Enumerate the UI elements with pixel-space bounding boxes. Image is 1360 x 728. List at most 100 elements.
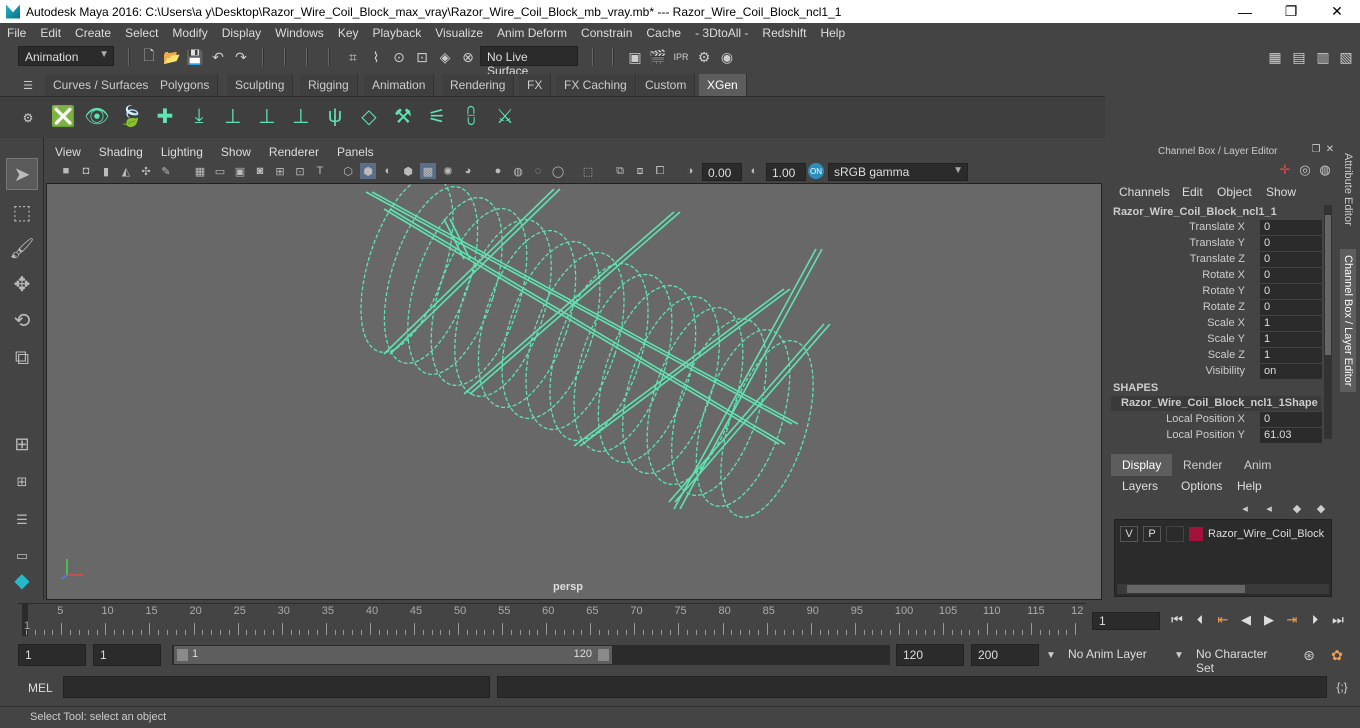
save-scene-icon[interactable]: 💾: [186, 48, 204, 66]
layer-playback-toggle[interactable]: P: [1143, 526, 1161, 542]
default-material-icon[interactable]: ⬢: [400, 163, 416, 179]
paint-select-icon[interactable]: 🖌: [6, 232, 38, 264]
tab-fx-caching[interactable]: FX Caching: [556, 74, 636, 96]
xgen-lock-icon[interactable]: ⊥: [286, 101, 316, 131]
textured-icon[interactable]: ▩: [420, 163, 436, 179]
tab-sculpting[interactable]: Sculpting: [227, 74, 294, 96]
2d-pan-icon[interactable]: ✣: [138, 163, 154, 179]
command-input[interactable]: [63, 676, 490, 698]
select-tool-icon[interactable]: ➤: [6, 158, 38, 190]
channel-value[interactable]: 0: [1260, 412, 1322, 427]
move-tool-icon[interactable]: ✥: [6, 268, 38, 300]
minimize-button[interactable]: —: [1222, 0, 1268, 23]
scrollbar-thumb[interactable]: [1127, 585, 1245, 593]
xgen-add-guide-icon[interactable]: ✚: [150, 101, 180, 131]
channel-row[interactable]: Scale X 1: [1106, 316, 1326, 332]
camera-select-icon[interactable]: ■: [58, 163, 74, 179]
grid-icon[interactable]: ▦: [192, 163, 208, 179]
menu-visualize[interactable]: Visualize: [428, 26, 490, 40]
smooth-shade-icon[interactable]: ⬢: [360, 163, 376, 179]
use-all-lights-icon[interactable]: ✺: [440, 163, 456, 179]
help-menu[interactable]: Help: [1237, 479, 1262, 493]
channel-row[interactable]: Local Position X 0: [1106, 412, 1326, 428]
tab-custom[interactable]: Custom: [637, 74, 696, 96]
menu-display[interactable]: Display: [215, 26, 268, 40]
new-layer-selected-icon[interactable]: ◆: [1288, 499, 1306, 517]
lasso-tool-icon[interactable]: ⬚: [6, 196, 38, 228]
float-panel-icon[interactable]: ❐: [1310, 143, 1322, 155]
xgen-insert-icon[interactable]: ⊥: [218, 101, 248, 131]
close-button[interactable]: ✕: [1314, 0, 1360, 23]
channel-row[interactable]: Translate Y 0: [1106, 236, 1326, 252]
grease-pencil-icon[interactable]: ✎: [158, 163, 174, 179]
panel-menu-panels[interactable]: Panels: [328, 145, 383, 159]
channel-row[interactable]: Rotate Z 0: [1106, 300, 1326, 316]
hyper-icon[interactable]: ◍: [1316, 161, 1334, 179]
menu-edit[interactable]: Edit: [33, 26, 68, 40]
layout-outliner-icon[interactable]: ▤: [1290, 48, 1308, 66]
layer-name[interactable]: Razor_Wire_Coil_Block: [1208, 528, 1324, 540]
layer-up-icon[interactable]: ◂: [1236, 499, 1254, 517]
screen-space-ao-icon[interactable]: ●: [490, 163, 506, 179]
channel-row[interactable]: Local Position Y 61.03: [1106, 428, 1326, 444]
layer-color-swatch[interactable]: [1189, 527, 1203, 541]
color-space-dropdown[interactable]: sRGB gamma ▼: [828, 163, 968, 181]
bookmark-icon[interactable]: ▮: [98, 163, 114, 179]
motion-blur-icon[interactable]: ◍: [510, 163, 526, 179]
channel-value[interactable]: 1: [1260, 332, 1322, 347]
panel-menu-renderer[interactable]: Renderer: [260, 145, 328, 159]
menu-playback[interactable]: Playback: [366, 26, 429, 40]
chevron-down-icon[interactable]: ▼: [1042, 646, 1060, 664]
panel-menu-view[interactable]: View: [46, 145, 90, 159]
tab-anim[interactable]: Anim: [1233, 454, 1282, 476]
gamma-icon[interactable]: ◐: [746, 163, 762, 179]
panel-menu-shading[interactable]: Shading: [90, 145, 152, 159]
range-slider-thumb[interactable]: 1 120: [174, 646, 612, 664]
manipulator-icon[interactable]: ✛: [1276, 161, 1294, 179]
razor-wire-coil-mesh[interactable]: [47, 175, 1103, 601]
scale-tool-icon[interactable]: ⧉: [6, 342, 38, 374]
film-gate-icon[interactable]: ▭: [212, 163, 228, 179]
live-surface-icon[interactable]: ⊗: [459, 48, 477, 66]
snap-point-icon[interactable]: ⊙: [390, 48, 408, 66]
scene-end-field[interactable]: 200: [971, 644, 1039, 666]
channel-value[interactable]: 61.03: [1260, 428, 1322, 443]
go-to-end-icon[interactable]: ⏭: [1329, 610, 1347, 630]
channel-value[interactable]: 0: [1260, 252, 1322, 267]
channel-row[interactable]: Rotate X 0: [1106, 268, 1326, 284]
panel-menu-lighting[interactable]: Lighting: [152, 145, 212, 159]
viewport-persp[interactable]: persp: [46, 175, 1103, 601]
channel-value[interactable]: 1: [1260, 316, 1322, 331]
channels-menu[interactable]: Channels: [1119, 185, 1170, 199]
object-name[interactable]: Razor_Wire_Coil_Block_ncl1_1: [1113, 206, 1277, 218]
gate-mask-icon[interactable]: ◙: [252, 163, 268, 179]
menu-anim-deform[interactable]: Anim Deform: [490, 26, 574, 40]
script-mode-label[interactable]: MEL: [28, 681, 53, 695]
xgen-comb-icon[interactable]: ⚟: [422, 101, 452, 131]
snap-grid-icon[interactable]: ⌗: [344, 48, 362, 66]
tab-channel-box[interactable]: Channel Box / Layer Editor: [1340, 249, 1356, 393]
playback-start-field[interactable]: 1: [93, 644, 161, 666]
current-frame-field[interactable]: 1: [1092, 612, 1160, 630]
channel-row[interactable]: Scale Z 1: [1106, 348, 1326, 364]
ipr-render-icon[interactable]: IPR: [672, 48, 690, 66]
isolate-select-icon[interactable]: ⬚: [580, 163, 596, 179]
xgen-visibility-icon[interactable]: ⊥: [252, 101, 282, 131]
layers-menu[interactable]: Layers: [1122, 479, 1158, 493]
xgen-preview-icon[interactable]: 👁: [82, 101, 112, 131]
menu-file[interactable]: File: [0, 26, 33, 40]
four-view-icon[interactable]: ⊞: [6, 466, 38, 498]
edit-menu[interactable]: Edit: [1182, 185, 1203, 199]
shape-name[interactable]: Razor_Wire_Coil_Block_ncl1_1Shape: [1111, 396, 1321, 411]
xray-joints-icon[interactable]: ⧈: [632, 163, 648, 179]
step-back-frame-icon[interactable]: ⏴: [1191, 610, 1209, 630]
render-current-icon[interactable]: 🎬: [649, 48, 667, 66]
xray-components-icon[interactable]: ⧠: [652, 163, 668, 179]
undo-icon[interactable]: ↶: [209, 48, 227, 66]
xgen-place-guide-icon[interactable]: ⤓: [184, 101, 214, 131]
scene-start-field[interactable]: 1: [18, 644, 86, 666]
script-editor-icon[interactable]: {;}: [1333, 678, 1351, 696]
camera-attributes-icon[interactable]: ◘: [78, 163, 94, 179]
layout-single-icon[interactable]: ▦: [1266, 48, 1284, 66]
new-scene-icon[interactable]: 🗋: [140, 47, 158, 66]
